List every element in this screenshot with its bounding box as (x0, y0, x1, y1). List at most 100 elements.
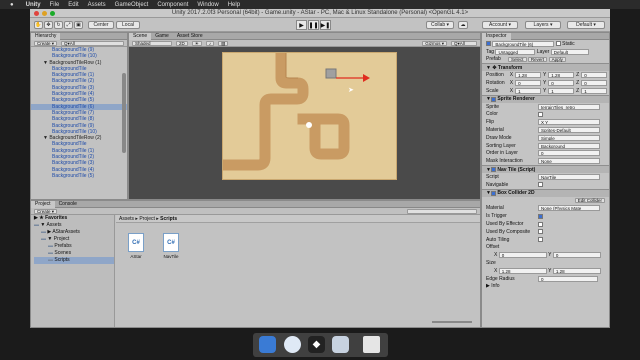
nav-tile-enabled-checkbox[interactable] (490, 167, 496, 173)
project-folder-item[interactable]: ▬ ▶ AStarAssets (34, 229, 114, 236)
collab-dropdown[interactable]: Collab ▾ (426, 21, 454, 29)
pause-button[interactable]: ❚❚ (308, 20, 319, 30)
close-window-icon[interactable] (34, 11, 39, 16)
menu-gameobject[interactable]: GameObject (115, 2, 149, 8)
prefab-revert-button[interactable]: Revert (527, 56, 548, 62)
gizmos-dropdown[interactable]: Gizmos ▾ (422, 40, 447, 46)
project-folder-item[interactable]: ▬ Scenes (34, 250, 114, 257)
property-field[interactable]: terrainTiles_retro (538, 103, 600, 110)
tab-scene[interactable]: Scene (129, 33, 152, 40)
layer-dropdown[interactable]: Default (550, 48, 589, 55)
tab-inspector[interactable]: Inspector (482, 33, 511, 40)
pivot-local-toggle[interactable]: Local (116, 21, 140, 29)
prefab-select-button[interactable]: Select (508, 56, 527, 62)
pivot-center-toggle[interactable]: Center (88, 21, 114, 29)
project-folder-item[interactable]: ▬ Prefabs (34, 243, 114, 250)
hierarchy-create-button[interactable]: Create ▾ (34, 40, 58, 46)
menu-file[interactable]: File (50, 2, 60, 8)
transform-y-field[interactable]: 1.28 (548, 72, 575, 79)
audio-toggle-icon[interactable]: ♪ (205, 40, 215, 46)
favorites-item[interactable]: ▶ ★ Favorites (34, 215, 114, 222)
menu-edit[interactable]: Edit (68, 2, 78, 8)
rotate-tool-icon[interactable]: ↻ (54, 21, 63, 29)
project-folder-item[interactable]: ▬ ▼ Assets (34, 222, 114, 229)
property-checkbox[interactable] (538, 213, 543, 219)
prefab-apply-button[interactable]: Apply (548, 56, 566, 62)
hierarchy-search-input[interactable]: Q▾All (61, 40, 124, 46)
hierarchy-scrollbar[interactable] (122, 73, 126, 153)
play-button[interactable]: ▶ (296, 20, 307, 30)
breadcrumb-scripts[interactable]: Scripts (160, 216, 177, 222)
tab-asset-store[interactable]: Asset Store (173, 33, 207, 40)
offset-y-field[interactable]: 0 (552, 252, 601, 259)
effects-toggle-icon[interactable]: ▧ (218, 40, 229, 46)
transform-header[interactable]: ▼ ✥ Transform (482, 63, 609, 72)
property-field[interactable]: 0 (538, 150, 600, 157)
minimize-window-icon[interactable] (42, 11, 47, 16)
nav-tile-header[interactable]: ▼ Nav Tile (Script) (482, 165, 609, 174)
property-checkbox[interactable] (538, 182, 543, 188)
step-button[interactable]: ▶❚ (320, 20, 331, 30)
property-field[interactable]: None (Physics Mate (538, 205, 600, 212)
box-collider-enabled-checkbox[interactable] (490, 190, 496, 196)
property-checkbox[interactable] (538, 221, 543, 227)
transform-y-field[interactable]: 0 (548, 80, 575, 87)
tilemap-board[interactable] (217, 47, 397, 180)
safari-icon[interactable] (284, 336, 301, 353)
transform-x-field[interactable]: 1 (515, 87, 541, 94)
rect-tool-icon[interactable]: ▣ (74, 21, 83, 29)
layers-dropdown[interactable]: Layers ▾ (525, 21, 561, 29)
transform-z-field[interactable]: 1 (581, 87, 608, 94)
file-astar[interactable]: C# AStar (126, 233, 146, 259)
menu-app-unity[interactable]: Unity (26, 2, 41, 8)
project-folder-item[interactable]: ▬ Scripts (34, 257, 114, 264)
object-name-field[interactable]: BackgroundTile (6) (492, 40, 555, 47)
trash-icon[interactable] (363, 336, 380, 353)
menu-component[interactable]: Component (157, 2, 188, 8)
tab-project[interactable]: Project (31, 201, 55, 208)
unity-icon[interactable]: ◆ (308, 336, 325, 353)
size-y-field[interactable]: 1.28 (552, 267, 601, 274)
file-navtile[interactable]: C# NavTile (159, 233, 183, 259)
info-row[interactable]: ▶ Info (482, 283, 609, 291)
hand-tool-icon[interactable]: ✋ (34, 21, 43, 29)
property-field[interactable]: Background (538, 142, 600, 149)
icon-size-slider[interactable] (432, 321, 472, 323)
apple-icon[interactable]: ● (10, 2, 14, 8)
menu-help[interactable]: Help (228, 2, 240, 8)
property-checkbox[interactable] (538, 237, 543, 243)
layout-dropdown[interactable]: Default ▾ (567, 21, 605, 29)
property-checkbox[interactable] (538, 229, 543, 235)
move-gizmo-arrow-icon[interactable] (363, 74, 370, 82)
breadcrumb-project[interactable]: Project (139, 216, 155, 222)
sprite-renderer-header[interactable]: ▼ Sprite Renderer (482, 94, 609, 103)
finder-icon[interactable] (259, 336, 276, 353)
agent-sprite[interactable] (306, 122, 312, 128)
scene-search-input[interactable]: Q▾All (451, 40, 477, 46)
transform-y-field[interactable]: 1 (548, 87, 575, 94)
hierarchy-item[interactable]: BackgroundTile (5) (31, 173, 127, 179)
transform-z-field[interactable]: 0 (581, 80, 608, 87)
property-checkbox[interactable] (538, 111, 543, 117)
tag-dropdown[interactable]: Untagged (495, 48, 536, 55)
cloud-icon[interactable]: ☁ (458, 21, 468, 29)
property-field[interactable]: X Y (538, 119, 600, 126)
project-create-button[interactable]: Create ▾ (34, 208, 58, 214)
object-active-checkbox[interactable] (486, 41, 491, 47)
property-field[interactable]: Simple (538, 134, 600, 141)
project-search-input[interactable] (407, 208, 477, 214)
transform-x-field[interactable]: 1.28 (515, 72, 541, 79)
sprite-renderer-enabled-checkbox[interactable] (490, 96, 496, 102)
selected-tile-square[interactable] (325, 68, 337, 79)
offset-x-field[interactable]: 0 (498, 252, 547, 259)
edit-collider-button[interactable]: Edit Collider (574, 198, 605, 204)
property-field[interactable]: None (538, 158, 600, 165)
property-field[interactable]: NavTile (538, 174, 600, 181)
box-collider-header[interactable]: ▼ Box Collider 2D (482, 188, 609, 197)
static-checkbox[interactable] (555, 41, 561, 47)
account-dropdown[interactable]: Account ▾ (482, 21, 518, 29)
breadcrumb-assets[interactable]: Assets (119, 216, 134, 222)
size-x-field[interactable]: 1.28 (498, 267, 547, 274)
property-field[interactable]: Sprites-Default (538, 127, 600, 134)
shading-mode-dropdown[interactable]: Shaded (132, 40, 172, 46)
